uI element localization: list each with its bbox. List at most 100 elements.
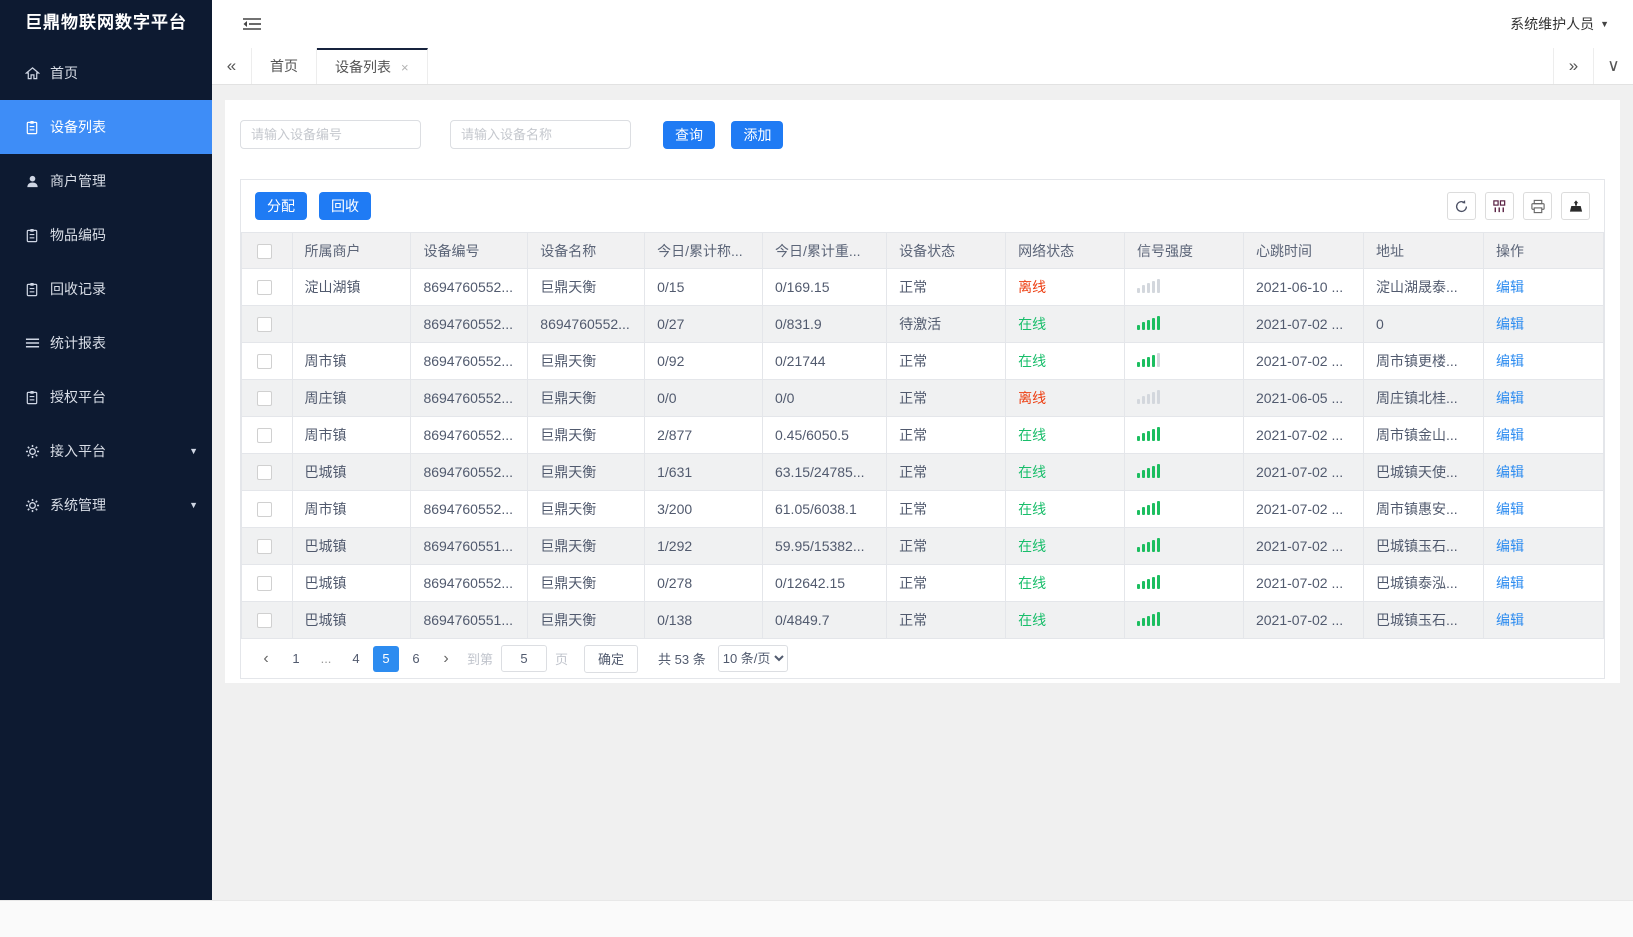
row-checkbox[interactable]: [257, 280, 272, 296]
assign-button[interactable]: 分配: [255, 192, 307, 220]
sidebar-item-access-platform[interactable]: 接入平台 ▼: [0, 424, 212, 478]
row-select-cell: [241, 527, 293, 565]
cell-network-status: 在线: [1005, 527, 1126, 565]
row-checkbox[interactable]: [257, 502, 272, 518]
clipboard-icon: [24, 389, 40, 405]
edit-link[interactable]: 编辑: [1496, 464, 1524, 480]
cell-action: 编辑: [1482, 527, 1605, 565]
row-checkbox[interactable]: [257, 539, 272, 555]
row-checkbox[interactable]: [257, 317, 272, 333]
cell-network-status: 在线: [1005, 305, 1126, 343]
column-header-0: 所属商户: [291, 232, 412, 269]
cell-device-no: 8694760552...: [410, 268, 529, 306]
table-panel: 分配 回收 所属商户 设备编号 设备名称 今日/累计称... 今日/累计重...…: [240, 179, 1605, 679]
device-name-input[interactable]: [450, 120, 631, 149]
export-icon[interactable]: [1561, 192, 1590, 220]
tab-bar: « 首页 设备列表 × » ∨: [212, 48, 1633, 85]
add-button[interactable]: 添加: [731, 120, 784, 149]
table-row: 周市镇 8694760552... 巨鼎天衡 2/877 0.45/6050.5…: [241, 416, 1605, 454]
row-checkbox[interactable]: [257, 428, 272, 444]
cell-device-name: 巨鼎天衡: [527, 527, 646, 565]
confirm-button[interactable]: 确定: [584, 644, 639, 673]
row-select-cell: [241, 379, 293, 417]
edit-link[interactable]: 编辑: [1496, 390, 1524, 406]
row-checkbox[interactable]: [257, 613, 272, 629]
cell-address: 周市镇惠安...: [1362, 490, 1484, 528]
cell-today-weight: 61.05/6038.1: [761, 490, 888, 528]
table-row: 周市镇 8694760552... 巨鼎天衡 0/92 0/21744 正常 在…: [241, 342, 1605, 380]
page-unit-label: 页: [555, 652, 569, 667]
device-list-card: 查询 添加 分配 回收: [225, 100, 1620, 683]
cell-today-weight: 0/4849.7: [761, 601, 888, 639]
row-checkbox[interactable]: [257, 465, 272, 481]
cell-heartbeat: 2021-07-02 ...: [1242, 601, 1364, 639]
cell-today-weight: 0/831.9: [761, 305, 888, 343]
sidebar-item-device-list[interactable]: 设备列表: [0, 100, 212, 154]
column-header-10: 操作: [1482, 232, 1605, 269]
cell-signal: [1124, 490, 1244, 528]
sidebar-item-home[interactable]: 首页: [0, 46, 212, 100]
next-page-icon[interactable]: ›: [433, 646, 459, 672]
row-checkbox[interactable]: [257, 391, 272, 407]
cell-merchant: 周庄镇: [291, 379, 412, 417]
edit-link[interactable]: 编辑: [1496, 316, 1524, 332]
table-row: 巴城镇 8694760551... 巨鼎天衡 1/292 59.95/15382…: [241, 527, 1605, 565]
refresh-icon[interactable]: [1447, 192, 1476, 220]
sidebar-item-system-management[interactable]: 系统管理 ▼: [0, 478, 212, 532]
tabs-menu-icon[interactable]: ∨: [1593, 48, 1633, 84]
page-5[interactable]: 5: [373, 645, 399, 672]
query-button[interactable]: 查询: [663, 120, 715, 149]
edit-link[interactable]: 编辑: [1496, 279, 1524, 295]
page-4[interactable]: 4: [343, 646, 369, 672]
user-name: 系统维护人员: [1510, 16, 1595, 32]
edit-link[interactable]: 编辑: [1496, 501, 1524, 517]
cell-heartbeat: 2021-07-02 ...: [1242, 416, 1364, 454]
menu-fold-icon[interactable]: [242, 14, 264, 34]
sidebar-item-auth-platform[interactable]: 授权平台: [0, 370, 212, 424]
tab-device-list[interactable]: 设备列表 ×: [317, 48, 428, 84]
cell-action: 编辑: [1482, 453, 1605, 491]
edit-link[interactable]: 编辑: [1496, 612, 1524, 628]
cell-device-name: 8694760552...: [527, 305, 646, 343]
tabs-scroll-left-icon[interactable]: «: [212, 48, 252, 84]
signal-strength-icon: [1137, 389, 1161, 404]
sidebar-item-label: 物品编码: [50, 227, 106, 243]
close-icon[interactable]: ×: [401, 60, 409, 75]
page-6[interactable]: 6: [403, 646, 429, 672]
cell-device-no: 8694760552...: [410, 490, 529, 528]
cell-device-name: 巨鼎天衡: [527, 453, 646, 491]
page-size-select[interactable]: 10 条/页: [717, 645, 788, 672]
app-title: 巨鼎物联网数字平台: [25, 13, 187, 32]
edit-link[interactable]: 编辑: [1496, 353, 1524, 369]
cell-action: 编辑: [1482, 601, 1605, 639]
cell-signal: [1124, 305, 1244, 343]
sidebar-item-reports[interactable]: 统计报表: [0, 316, 212, 370]
user-menu[interactable]: 系统维护人员 ▼: [1510, 14, 1609, 34]
printer-icon[interactable]: [1523, 192, 1552, 220]
sidebar-item-recycle-records[interactable]: 回收记录: [0, 262, 212, 316]
columns-icon[interactable]: [1485, 192, 1514, 220]
edit-link[interactable]: 编辑: [1496, 538, 1524, 554]
cell-today-count: 1/631: [644, 453, 763, 491]
cell-device-no: 8694760552...: [410, 416, 529, 454]
row-checkbox[interactable]: [257, 576, 272, 592]
prev-page-icon[interactable]: ‹: [253, 646, 279, 672]
cell-device-no: 8694760552...: [410, 305, 529, 343]
signal-strength-icon: [1137, 278, 1161, 293]
row-checkbox[interactable]: [257, 354, 272, 370]
goto-page-input[interactable]: [501, 645, 548, 672]
select-all-checkbox[interactable]: [257, 243, 272, 259]
page-1[interactable]: 1: [283, 646, 309, 672]
recycle-button[interactable]: 回收: [319, 192, 371, 220]
cell-address: 巴城镇玉石...: [1362, 527, 1484, 565]
clipboard-icon: [24, 119, 40, 135]
sidebar-item-merchants[interactable]: 商户管理: [0, 154, 212, 208]
tab-home[interactable]: 首页: [252, 48, 317, 84]
sidebar-item-label: 设备列表: [50, 119, 106, 135]
sidebar-item-item-codes[interactable]: 物品编码: [0, 208, 212, 262]
column-header-9: 地址: [1362, 232, 1484, 269]
device-no-input[interactable]: [240, 120, 421, 149]
edit-link[interactable]: 编辑: [1496, 427, 1524, 443]
tabs-scroll-right-icon[interactable]: »: [1553, 48, 1593, 84]
edit-link[interactable]: 编辑: [1496, 575, 1524, 591]
